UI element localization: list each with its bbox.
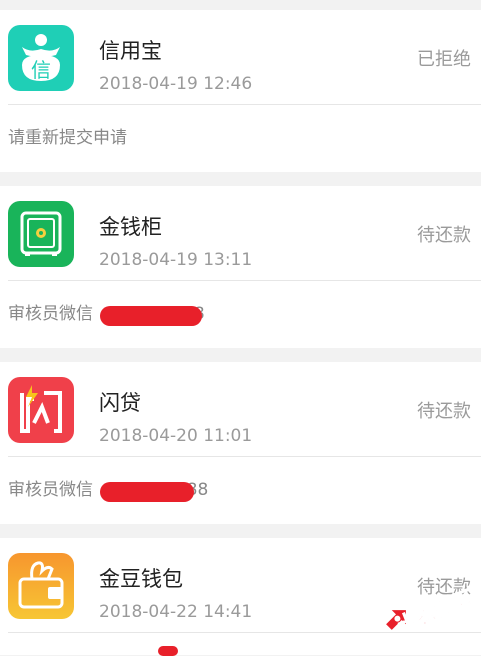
redaction-mark <box>100 482 194 502</box>
status-label: 待还款 <box>417 225 471 246</box>
order-card-shandai[interactable]: 闪贷 2018-04-20 11:01 待还款 审核员微信1888 <box>0 362 481 524</box>
svg-text:信: 信 <box>31 58 51 82</box>
app-name: 闪贷 <box>99 391 141 415</box>
app-name: 信用宝 <box>99 39 162 63</box>
shandai-app-icon <box>8 377 74 443</box>
redaction-mark <box>100 306 202 326</box>
jinqiangui-app-icon <box>8 201 74 267</box>
order-date: 2018-04-19 12:46 <box>99 74 253 94</box>
status-label: 待还款 <box>417 401 471 422</box>
order-date: 2018-04-19 13:11 <box>99 250 253 270</box>
order-date: 2018-04-20 11:01 <box>99 426 253 446</box>
order-card-jinqiangui[interactable]: 金钱柜 2018-04-19 13:11 待还款 审核员微信88 <box>0 186 481 348</box>
kanong-watermark: 卡农社区 <box>378 570 478 640</box>
status-label: 已拒绝 <box>417 49 471 70</box>
note-prefix: 审核员微信 <box>8 480 93 500</box>
order-note: 请重新提交申请 <box>8 128 127 148</box>
watermark-text: 卡农社区 <box>394 585 477 637</box>
order-card-xinyongbao[interactable]: 信 信用宝 2018-04-19 12:46 已拒绝 请重新提交申请 <box>0 10 481 172</box>
app-name: 金豆钱包 <box>99 567 183 591</box>
note-prefix: 审核员微信 <box>8 304 93 324</box>
reviewer-wechat-note: 审核员微信88 <box>8 281 481 348</box>
order-date: 2018-04-22 14:41 <box>99 602 253 622</box>
reviewer-wechat-note: 审核员微信1888 <box>8 457 481 524</box>
xinyongbao-app-icon: 信 <box>8 25 74 91</box>
app-name: 金钱柜 <box>99 215 162 239</box>
jindou-wallet-app-icon <box>8 553 74 619</box>
